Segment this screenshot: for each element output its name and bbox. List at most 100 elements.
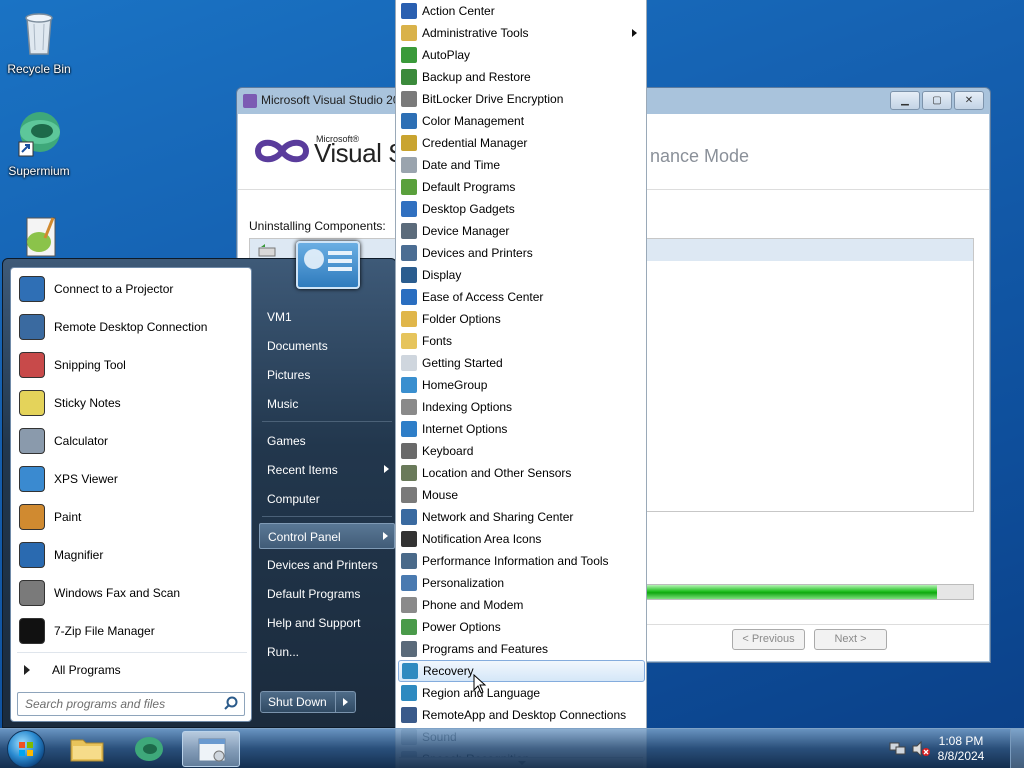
previous-button[interactable]: < Previous — [732, 629, 805, 650]
program-item[interactable]: Snipping Tool — [14, 346, 250, 383]
control-panel-item-folder-options[interactable]: Folder Options — [398, 308, 645, 330]
control-panel-item-device-manager[interactable]: Device Manager — [398, 220, 645, 242]
start-right-item-run[interactable]: Run... — [259, 639, 395, 665]
control-panel-item-internet-options[interactable]: Internet Options — [398, 418, 645, 440]
date-and-time-icon — [401, 157, 417, 173]
desktop-icon-notepad[interactable] — [1, 214, 77, 264]
chevron-right-icon — [383, 532, 388, 540]
taskbar-explorer-button[interactable] — [58, 731, 116, 767]
control-panel-item-administrative-tools[interactable]: Administrative Tools — [398, 22, 645, 44]
control-panel-item-bitlocker-drive-encryption[interactable]: BitLocker Drive Encryption — [398, 88, 645, 110]
control-panel-item-programs-and-features[interactable]: Programs and Features — [398, 638, 645, 660]
network-icon[interactable] — [889, 741, 907, 757]
start-right-item-vm1[interactable]: VM1 — [259, 304, 395, 330]
clock[interactable]: 1:08 PM 8/8/2024 — [926, 734, 996, 764]
fax-icon — [16, 577, 48, 609]
scissors-icon — [16, 349, 48, 381]
credential-manager-icon — [401, 135, 417, 151]
control-panel-item-desktop-gadgets[interactable]: Desktop Gadgets — [398, 198, 645, 220]
control-panel-item-date-and-time[interactable]: Date and Time — [398, 154, 645, 176]
desktop-icon-supermium[interactable]: Supermium — [1, 110, 77, 178]
search-programs-input[interactable]: Search programs and files — [17, 692, 245, 716]
program-label: 7-Zip File Manager — [54, 623, 155, 638]
control-panel-item-label: Devices and Printers — [422, 246, 533, 260]
control-panel-item-personalization[interactable]: Personalization — [398, 572, 645, 594]
shutdown-button[interactable]: Shut Down — [260, 691, 336, 713]
user-picture[interactable] — [296, 241, 360, 289]
shutdown-options-button[interactable] — [336, 691, 356, 713]
start-right-item-music[interactable]: Music — [259, 391, 395, 417]
program-item[interactable]: Paint — [14, 498, 250, 535]
sticky-notes-icon — [16, 387, 48, 419]
show-desktop-button[interactable] — [1010, 729, 1024, 768]
control-panel-item-keyboard[interactable]: Keyboard — [398, 440, 645, 462]
control-panel-item-ease-of-access-center[interactable]: Ease of Access Center — [398, 286, 645, 308]
minimize-button[interactable]: ▁ — [890, 91, 920, 110]
program-item[interactable]: Remote Desktop Connection — [14, 308, 250, 345]
start-right-item-help-and-support[interactable]: Help and Support — [259, 610, 395, 636]
chevron-right-icon — [384, 465, 389, 473]
arrow-right-icon — [24, 665, 30, 675]
control-panel-item-homegroup[interactable]: HomeGroup — [398, 374, 645, 396]
start-right-item-control-panel[interactable]: Control Panel — [259, 523, 395, 549]
program-label: XPS Viewer — [54, 471, 118, 486]
desktop-icon-recycle-bin[interactable]: Recycle Bin — [1, 8, 77, 76]
control-panel-item-remoteapp-and-desktop-connections[interactable]: RemoteApp and Desktop Connections — [398, 704, 645, 726]
chevron-right-icon — [632, 29, 637, 37]
start-right-item-default-programs[interactable]: Default Programs — [259, 581, 395, 607]
taskbar-control-panel-button[interactable] — [182, 731, 240, 767]
calculator-icon — [16, 425, 48, 457]
start-button[interactable] — [7, 730, 45, 768]
control-panel-item-performance-information-and-tools[interactable]: Performance Information and Tools — [398, 550, 645, 572]
program-item[interactable]: Connect to a Projector — [14, 270, 250, 307]
control-panel-item-label: Phone and Modem — [422, 598, 524, 612]
control-panel-item-devices-and-printers[interactable]: Devices and Printers — [398, 242, 645, 264]
control-panel-item-phone-and-modem[interactable]: Phone and Modem — [398, 594, 645, 616]
homegroup-icon — [401, 377, 417, 393]
control-panel-item-indexing-options[interactable]: Indexing Options — [398, 396, 645, 418]
control-panel-item-notification-area-icons[interactable]: Notification Area Icons — [398, 528, 645, 550]
start-right-item-recent-items[interactable]: Recent Items — [259, 457, 395, 483]
start-right-item-label: Recent Items — [267, 463, 338, 477]
control-panel-item-backup-and-restore[interactable]: Backup and Restore — [398, 66, 645, 88]
control-panel-item-getting-started[interactable]: Getting Started — [398, 352, 645, 374]
start-right-item-documents[interactable]: Documents — [259, 333, 395, 359]
indexing-options-icon — [401, 399, 417, 415]
control-panel-item-location-and-other-sensors[interactable]: Location and Other Sensors — [398, 462, 645, 484]
control-panel-item-power-options[interactable]: Power Options — [398, 616, 645, 638]
control-panel-item-display[interactable]: Display — [398, 264, 645, 286]
program-label: Paint — [54, 509, 82, 524]
program-item[interactable]: Calculator — [14, 422, 250, 459]
program-item[interactable]: XPS Viewer — [14, 460, 250, 497]
program-item[interactable]: 7-Zip File Manager — [14, 612, 250, 649]
control-panel-item-color-management[interactable]: Color Management — [398, 110, 645, 132]
control-panel-item-region-and-language[interactable]: Region and Language — [398, 682, 645, 704]
control-panel-item-label: Location and Other Sensors — [422, 466, 572, 480]
start-right-item-devices-and-printers[interactable]: Devices and Printers — [259, 552, 395, 578]
control-panel-item-fonts[interactable]: Fonts — [398, 330, 645, 352]
close-button[interactable]: ✕ — [954, 91, 984, 110]
next-button[interactable]: Next > — [814, 629, 887, 650]
search-icon[interactable] — [222, 695, 244, 713]
start-right-item-games[interactable]: Games — [259, 428, 395, 454]
control-panel-item-autoplay[interactable]: AutoPlay — [398, 44, 645, 66]
control-panel-item-label: Administrative Tools — [422, 26, 529, 40]
control-panel-item-action-center[interactable]: Action Center — [398, 0, 645, 22]
action-center-icon — [401, 3, 417, 19]
program-item[interactable]: Magnifier — [14, 536, 250, 573]
maximize-button[interactable]: ▢ — [922, 91, 952, 110]
control-panel-item-mouse[interactable]: Mouse — [398, 484, 645, 506]
program-item[interactable]: Sticky Notes — [14, 384, 250, 421]
control-panel-item-default-programs[interactable]: Default Programs — [398, 176, 645, 198]
section-label: Uninstalling Components: — [249, 219, 386, 233]
taskbar-supermium-button[interactable] — [120, 731, 178, 767]
shutdown-group: Shut Down — [260, 691, 356, 713]
start-right-item-label: Documents — [267, 339, 328, 353]
control-panel-item-credential-manager[interactable]: Credential Manager — [398, 132, 645, 154]
control-panel-item-recovery[interactable]: Recovery — [398, 660, 645, 682]
all-programs-button[interactable]: All Programs — [14, 658, 250, 682]
start-right-item-computer[interactable]: Computer — [259, 486, 395, 512]
program-item[interactable]: Windows Fax and Scan — [14, 574, 250, 611]
control-panel-item-network-and-sharing-center[interactable]: Network and Sharing Center — [398, 506, 645, 528]
start-right-item-pictures[interactable]: Pictures — [259, 362, 395, 388]
